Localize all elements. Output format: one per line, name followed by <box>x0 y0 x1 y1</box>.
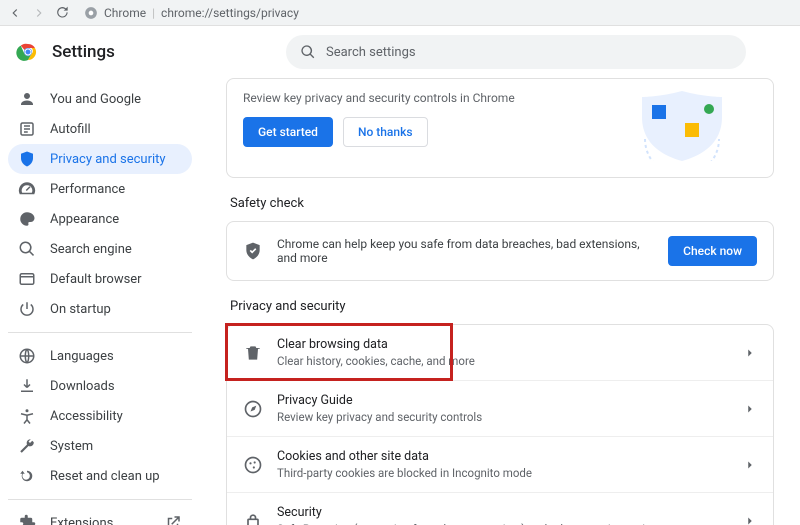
sidebar-item-label: Default browser <box>50 272 142 287</box>
safety-check-card: Chrome can help keep you safe from data … <box>226 221 774 281</box>
palette-icon <box>18 210 36 228</box>
safety-check-text: Chrome can help keep you safe from data … <box>277 237 654 265</box>
open-in-new-icon <box>164 514 182 525</box>
sidebar-item-on-startup[interactable]: On startup <box>8 294 192 324</box>
wrench-icon <box>18 437 36 455</box>
row-subtitle: Third-party cookies are blocked in Incog… <box>277 466 532 480</box>
sidebar-item-label: Search engine <box>50 242 132 257</box>
sidebar-item-label: Reset and clean up <box>50 469 160 484</box>
cookie-icon <box>243 455 263 475</box>
page-title: Settings <box>52 42 115 62</box>
search-input[interactable]: Search settings <box>286 35 746 69</box>
extension-icon <box>18 514 36 525</box>
settings-header: Settings Search settings <box>0 26 800 78</box>
privacy-security-heading: Privacy and security <box>230 299 770 314</box>
chevron-right-icon <box>743 402 757 416</box>
download-icon <box>18 377 36 395</box>
sidebar-item-downloads[interactable]: Downloads <box>8 371 192 401</box>
sidebar-item-label: Downloads <box>50 379 115 394</box>
sidebar-item-label: Accessibility <box>50 409 123 424</box>
sidebar-item-reset[interactable]: Reset and clean up <box>8 461 192 491</box>
search-icon <box>18 240 36 258</box>
back-icon[interactable] <box>8 6 22 20</box>
sidebar-item-privacy-security[interactable]: Privacy and security <box>8 144 192 174</box>
sidebar-item-appearance[interactable]: Appearance <box>8 204 192 234</box>
search-placeholder: Search settings <box>326 45 416 60</box>
chevron-right-icon <box>743 346 757 360</box>
sidebar-item-extensions[interactable]: Extensions <box>8 508 192 525</box>
chevron-right-icon <box>743 514 757 525</box>
row-title: Security <box>277 505 664 520</box>
row-title: Cookies and other site data <box>277 449 532 464</box>
lock-icon <box>243 511 263 525</box>
sidebar-item-languages[interactable]: Languages <box>8 341 192 371</box>
guide-illustration <box>607 91 757 161</box>
accessibility-icon <box>18 407 36 425</box>
sidebar-item-label: You and Google <box>50 92 141 107</box>
sidebar-item-label: Languages <box>50 349 114 364</box>
omnibox-label: Chrome <box>104 6 146 20</box>
sidebar-item-autofill[interactable]: Autofill <box>8 114 192 144</box>
sidebar-item-label: Autofill <box>50 122 91 137</box>
chevron-right-icon <box>743 458 757 472</box>
row-subtitle: Review key privacy and security controls <box>277 410 482 424</box>
sidebar-item-label: System <box>50 439 93 454</box>
omnibox-url: chrome://settings/privacy <box>161 6 299 20</box>
forward-icon[interactable] <box>32 6 46 20</box>
browser-address-bar: Chrome | chrome://settings/privacy <box>0 0 800 26</box>
guide-subtitle: Review key privacy and security controls… <box>243 91 591 105</box>
person-icon <box>18 90 36 108</box>
search-icon <box>300 44 316 60</box>
sidebar-item-system[interactable]: System <box>8 431 192 461</box>
row-privacy-guide[interactable]: Privacy Guide Review key privacy and sec… <box>227 381 773 437</box>
row-subtitle: Clear history, cookies, cache, and more <box>277 354 475 368</box>
autofill-icon <box>18 120 36 138</box>
row-title: Clear browsing data <box>277 337 475 352</box>
sidebar-item-search-engine[interactable]: Search engine <box>8 234 192 264</box>
get-started-button[interactable]: Get started <box>243 117 333 147</box>
restore-icon <box>18 467 36 485</box>
chrome-icon <box>84 6 98 20</box>
sidebar-item-you-and-google[interactable]: You and Google <box>8 84 192 114</box>
compass-icon <box>243 399 263 419</box>
row-clear-browsing-data[interactable]: Clear browsing data Clear history, cooki… <box>227 325 773 381</box>
row-cookies[interactable]: Cookies and other site data Third-party … <box>227 437 773 493</box>
sidebar-item-label: Appearance <box>50 212 119 227</box>
chrome-logo-icon <box>16 40 40 64</box>
no-thanks-button[interactable]: No thanks <box>343 117 428 147</box>
shield-icon <box>18 150 36 168</box>
shield-check-icon <box>243 241 263 261</box>
privacy-security-list: Clear browsing data Clear history, cooki… <box>226 324 774 525</box>
row-security[interactable]: Security Safe Browsing (protection from … <box>227 493 773 525</box>
reload-icon[interactable] <box>56 6 70 20</box>
globe-icon <box>18 347 36 365</box>
trash-icon <box>243 343 263 363</box>
privacy-guide-intro-card: Review key privacy and security controls… <box>226 78 774 178</box>
speedometer-icon <box>18 180 36 198</box>
safety-check-heading: Safety check <box>230 196 770 211</box>
sidebar-item-performance[interactable]: Performance <box>8 174 192 204</box>
sidebar-item-label: Privacy and security <box>50 152 166 167</box>
sidebar-item-accessibility[interactable]: Accessibility <box>8 401 192 431</box>
sidebar: You and Google Autofill Privacy and secu… <box>0 78 200 525</box>
browser-icon <box>18 270 36 288</box>
check-now-button[interactable]: Check now <box>668 236 757 266</box>
sidebar-item-default-browser[interactable]: Default browser <box>8 264 192 294</box>
row-title: Privacy Guide <box>277 393 482 408</box>
main-content: Review key privacy and security controls… <box>200 78 800 525</box>
omnibox[interactable]: Chrome | chrome://settings/privacy <box>80 6 792 20</box>
sidebar-item-label: Performance <box>50 182 125 197</box>
sidebar-item-label: Extensions <box>50 516 113 525</box>
power-icon <box>18 300 36 318</box>
sidebar-item-label: On startup <box>50 302 111 317</box>
